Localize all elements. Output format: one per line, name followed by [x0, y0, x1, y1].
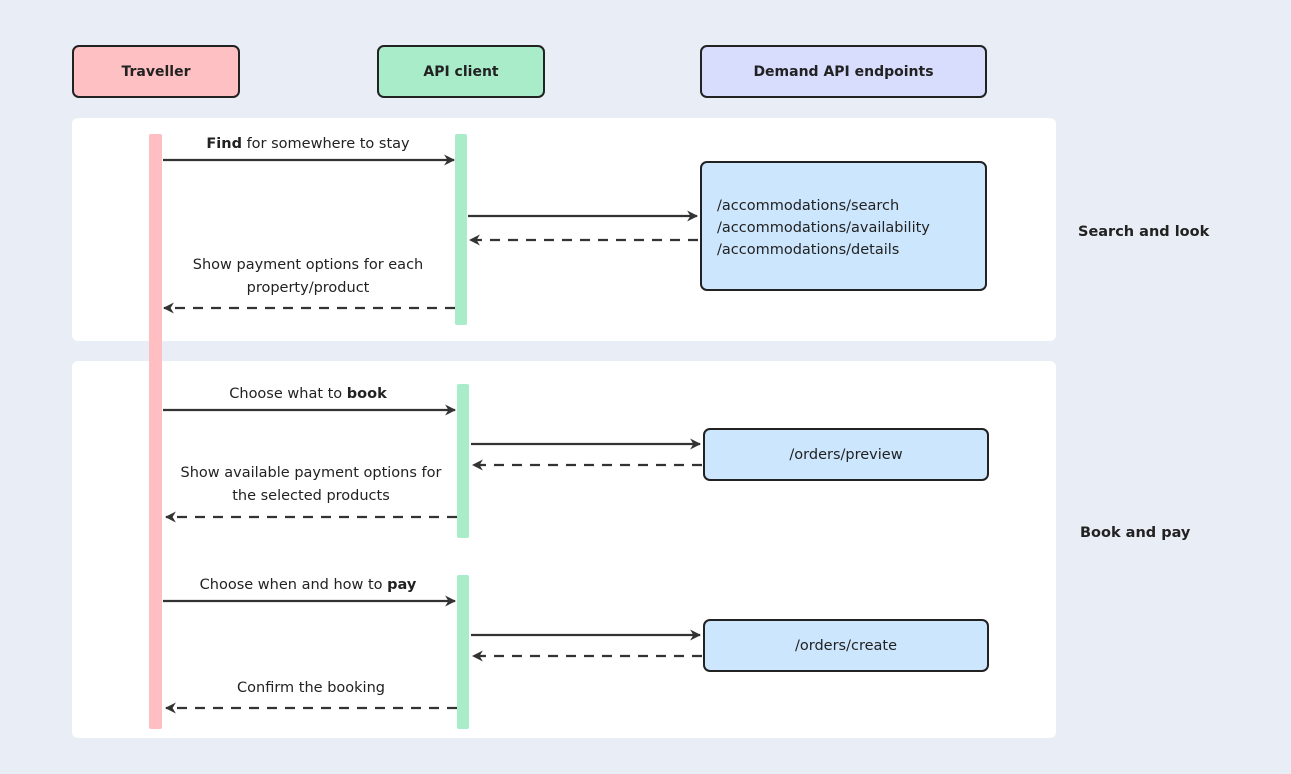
- message-text: for somewhere to stay: [241, 136, 410, 152]
- message-confirm: Confirm the booking: [237, 677, 385, 700]
- section-label-book: Book and pay: [1080, 525, 1191, 541]
- message-choose-pay: Choose when and how to pay: [200, 574, 417, 597]
- arrows-layer: [162, 154, 702, 714]
- message-bold: book: [346, 386, 387, 402]
- message-show-payment: Show payment options for each property/pr…: [193, 254, 423, 300]
- message-show-available: Show available payment options for the se…: [181, 462, 442, 508]
- message-line: property/product: [246, 280, 370, 296]
- message-line: Show available payment options for: [180, 465, 442, 481]
- message-text: Choose what to: [229, 386, 347, 402]
- message-bold: pay: [387, 577, 417, 593]
- message-find: Find for somewhere to stay: [206, 133, 409, 156]
- message-text: Choose when and how to: [199, 577, 388, 593]
- message-bold: Find: [206, 136, 242, 152]
- message-line: the selected products: [232, 488, 390, 504]
- section-label-search: Search and look: [1078, 224, 1210, 240]
- message-line: Show payment options for each: [192, 257, 424, 273]
- message-text: Confirm the booking: [237, 680, 385, 696]
- message-choose-book: Choose what to book: [229, 383, 387, 406]
